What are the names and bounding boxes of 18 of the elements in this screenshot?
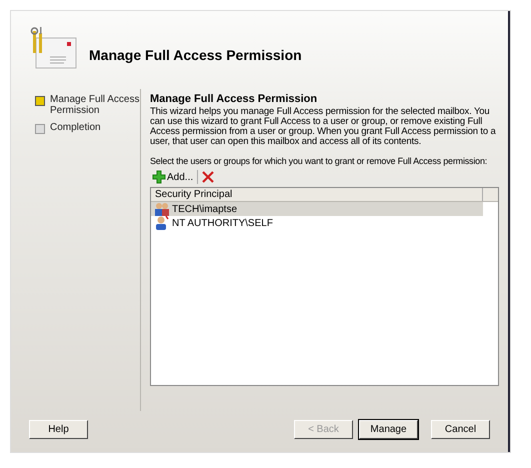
remove-button[interactable]: [200, 169, 216, 185]
close-icon: [202, 171, 214, 183]
list-row[interactable]: TECH\imaptse: [151, 202, 483, 216]
cancel-button[interactable]: Cancel: [431, 420, 490, 438]
step-label: Completion: [50, 122, 101, 133]
user-icon: [154, 215, 170, 231]
plus-icon: [152, 170, 166, 184]
manage-button[interactable]: Manage: [359, 420, 418, 438]
mail-tools-icon: [30, 27, 78, 69]
instruction-text: Select the users or groups for which you want to grant or remove Full Access permission:: [150, 156, 488, 166]
page-heading: Manage Full Access Permission: [150, 93, 318, 105]
help-button[interactable]: Help: [29, 420, 88, 438]
add-button[interactable]: Add...: [150, 169, 196, 185]
list-row[interactable]: NT AUTHORITY\SELF: [151, 216, 483, 230]
step-label: Manage Full Access Permission: [50, 94, 140, 116]
user-group-icon: [154, 201, 170, 217]
window-title: Manage Full Access Permission: [89, 47, 302, 63]
description-text: This wizard helps you manage Full Access permission for the selected mailbox. You can use this wizard to grant Full Access to a user or group, or remove existing Full Access permission from a user or group. When you grant Full Access permission to a user, that user can open this mailbox and access all of its contents.: [150, 107, 497, 147]
